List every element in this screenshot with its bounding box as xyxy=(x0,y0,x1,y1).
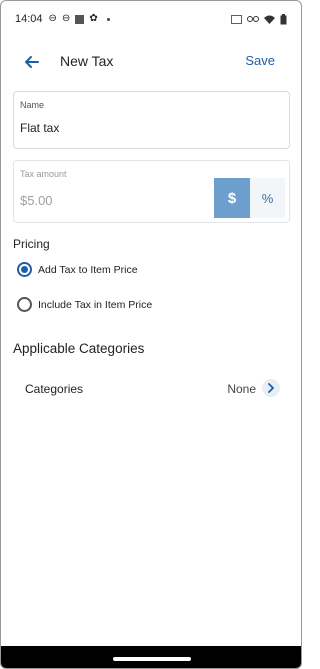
name-field-label: Name xyxy=(20,100,45,110)
app-bar: New Tax Save xyxy=(1,43,301,79)
categories-row[interactable]: Categories None xyxy=(13,373,290,405)
app-screen: 14:04 ⊖ ⊖ ✿ New Tax Save Name Flat tax T… xyxy=(0,0,302,669)
tax-amount-field[interactable]: Tax amount $5.00 $ % xyxy=(13,160,290,223)
applicable-categories-heading: Applicable Categories xyxy=(13,341,145,356)
sync-icon: ⊖ xyxy=(48,13,57,24)
status-time: 14:04 xyxy=(15,13,43,25)
notification-square-icon xyxy=(75,14,85,24)
categories-value: None xyxy=(227,382,256,396)
chevron-right-icon[interactable] xyxy=(262,379,280,397)
battery-icon xyxy=(280,13,287,24)
page-title: New Tax xyxy=(60,53,114,69)
back-arrow-icon[interactable] xyxy=(21,51,43,73)
radio-label: Add Tax to Item Price xyxy=(38,263,138,276)
tax-amount-label: Tax amount xyxy=(20,169,67,179)
save-button[interactable]: Save xyxy=(245,53,275,68)
status-bar: 14:04 ⊖ ⊖ ✿ xyxy=(1,1,301,37)
radio-add-tax-to-item-price[interactable]: Add Tax to Item Price xyxy=(17,262,138,277)
wifi-icon xyxy=(264,15,275,24)
more-notifications-dot-icon xyxy=(106,17,110,21)
radio-label: Include Tax in Item Price xyxy=(38,298,153,311)
link-icon xyxy=(247,16,259,22)
name-field[interactable]: Name Flat tax xyxy=(13,91,290,149)
name-field-value[interactable]: Flat tax xyxy=(20,121,59,135)
radio-selected-icon[interactable] xyxy=(17,262,32,277)
radio-include-tax-in-item-price[interactable]: Include Tax in Item Price xyxy=(17,297,152,312)
categories-label: Categories xyxy=(25,382,84,396)
tax-amount-value[interactable]: $5.00 xyxy=(20,193,53,208)
percent-toggle-button[interactable]: % xyxy=(250,178,285,218)
home-indicator[interactable] xyxy=(113,657,191,661)
pricing-label: Pricing xyxy=(13,237,50,251)
cast-icon xyxy=(231,14,242,24)
dollar-toggle-button[interactable]: $ xyxy=(214,178,250,218)
sync-icon-2: ⊖ xyxy=(61,13,71,24)
settings-icon: ✿ xyxy=(89,13,98,24)
radio-unselected-icon[interactable] xyxy=(17,297,32,312)
